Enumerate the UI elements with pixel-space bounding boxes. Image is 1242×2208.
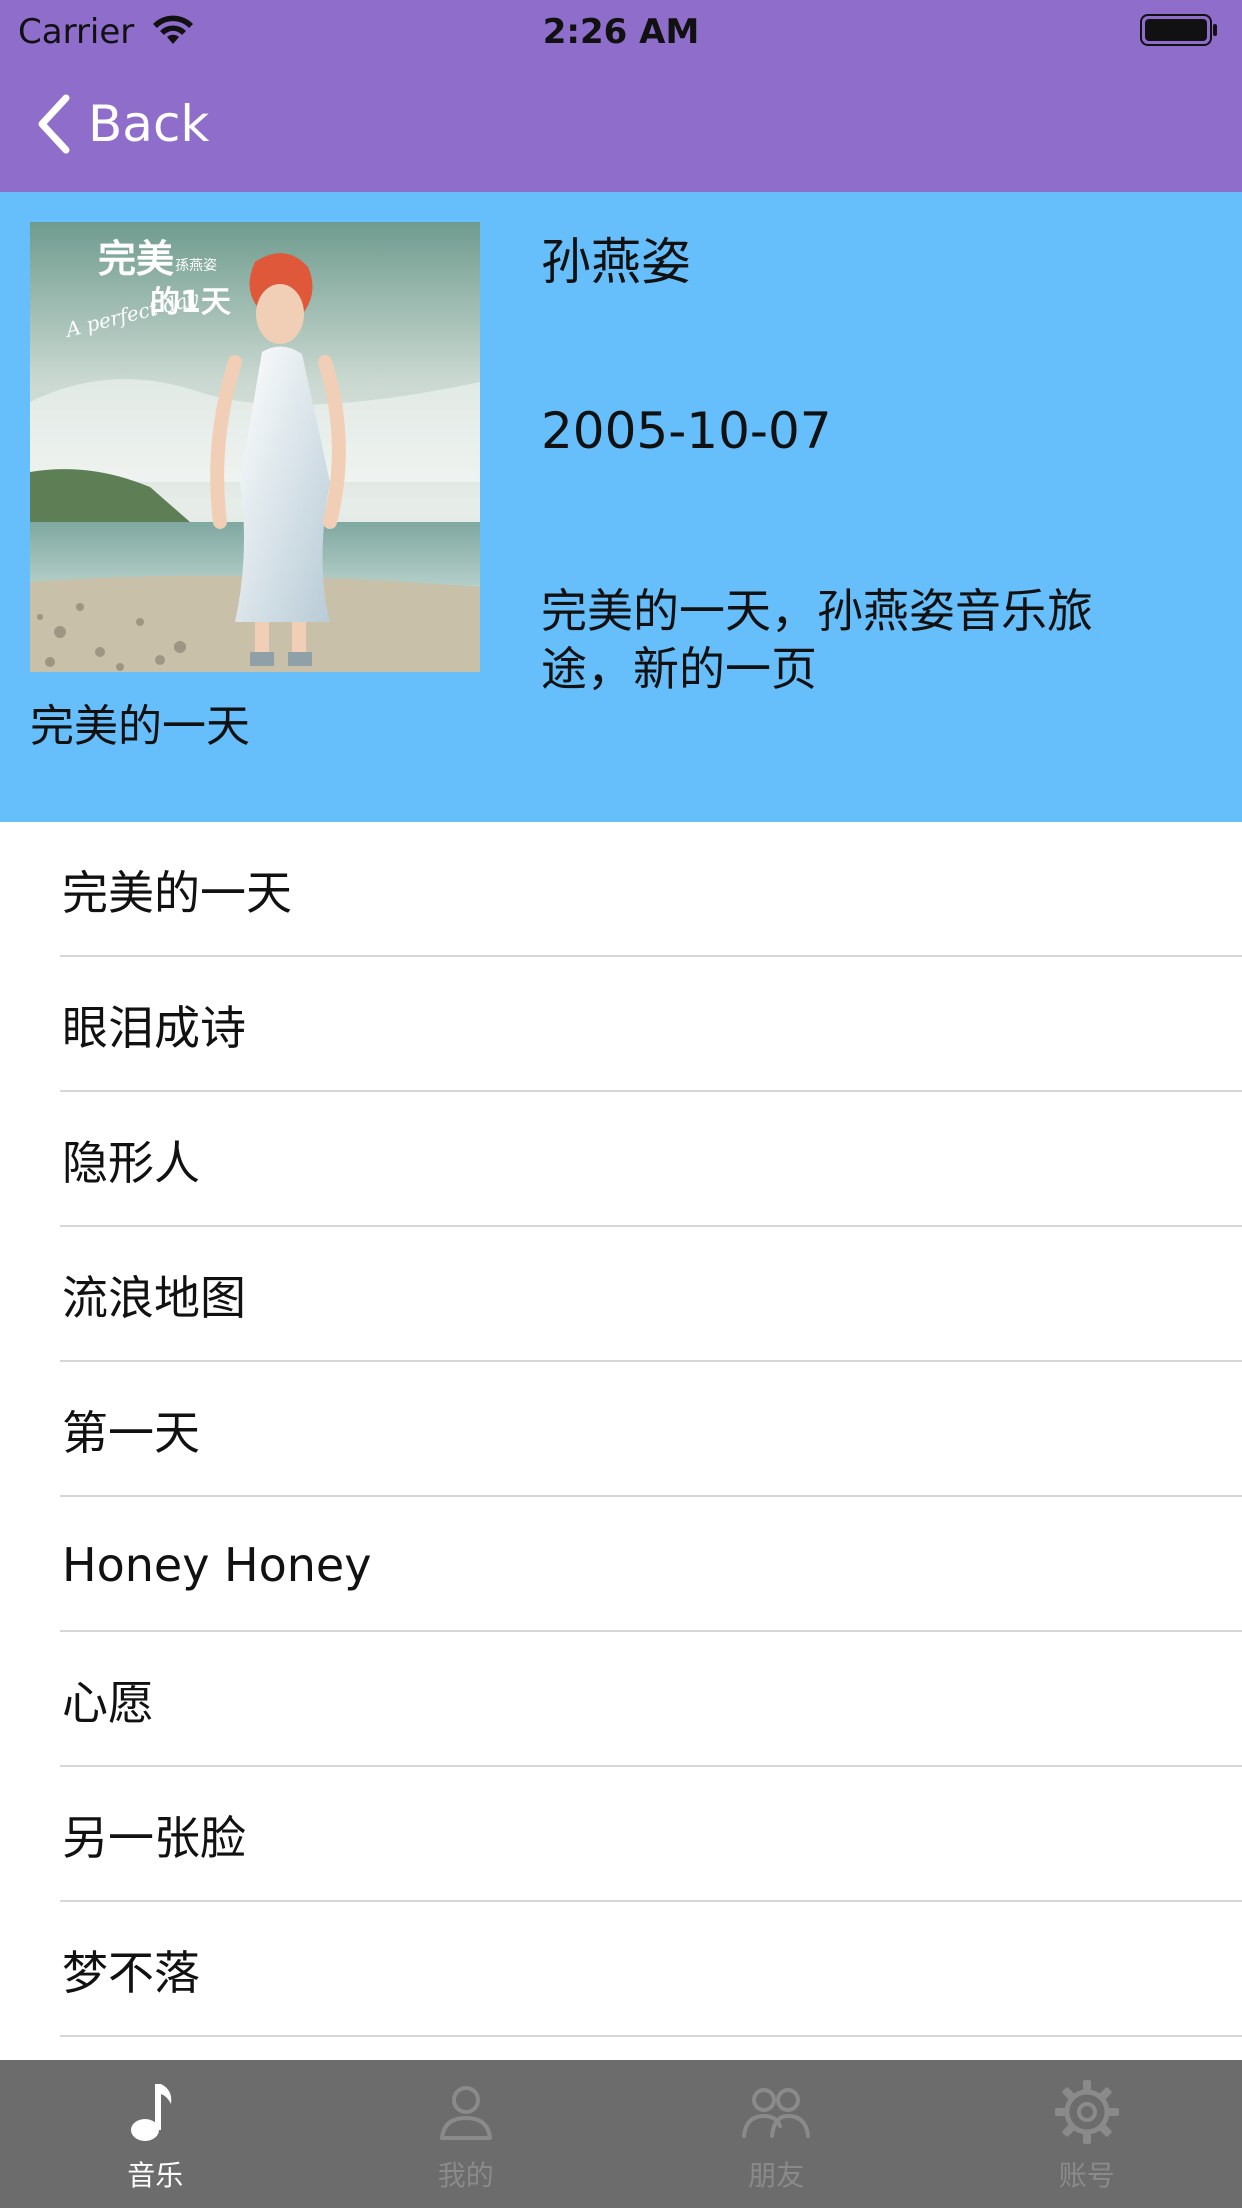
tab-label: 我的 — [437, 2159, 494, 2192]
track-row[interactable]: 完美的一天 — [0, 822, 1242, 957]
album-cover-image: 完美 的1天 孫燕姿 A perfect day — [30, 222, 480, 672]
person-icon — [439, 2086, 492, 2140]
track-row[interactable]: 第一天 — [0, 1362, 1242, 1497]
track-row[interactable]: 流浪地图 — [0, 1227, 1242, 1362]
track-row[interactable]: 心愿 — [0, 1632, 1242, 1767]
battery-icon — [1140, 14, 1217, 46]
people-icon — [742, 2088, 811, 2138]
tab-bar: 音乐 我的 朋友 账号 — [0, 2060, 1242, 2208]
album-description: 完美的一天，孙燕姿音乐旅途，新的一页 — [541, 584, 1093, 696]
svg-text:孫燕姿: 孫燕姿 — [175, 258, 217, 274]
tab-friends[interactable]: 朋友 — [621, 2060, 932, 2208]
track-row[interactable]: 另一张脸 — [0, 1767, 1242, 1902]
navigation-bar: Carrier 2:26 AM Back — [0, 0, 1242, 192]
track-title: 眼泪成诗 — [62, 1000, 246, 1055]
track-row[interactable]: 眼泪成诗 — [0, 957, 1242, 1092]
track-title: 心愿 — [62, 1675, 154, 1730]
svg-text:完美: 完美 — [98, 237, 174, 281]
chevron-left-icon — [38, 94, 70, 154]
tab-label: 账号 — [1058, 2159, 1115, 2192]
release-date: 2005-10-07 — [541, 402, 832, 460]
artist-name: 孙燕姿 — [541, 233, 691, 291]
track-title: 第一天 — [62, 1405, 200, 1460]
track-title: 梦不落 — [62, 1945, 200, 2000]
gear-icon — [1054, 2080, 1119, 2144]
album-title: 完美的一天 — [30, 701, 250, 752]
track-row[interactable]: 梦不落 — [0, 1902, 1242, 2037]
back-label: Back — [88, 95, 210, 153]
back-button[interactable]: Back — [34, 92, 209, 156]
track-row[interactable]: 隐形人 — [0, 1092, 1242, 1227]
track-title: Honey Honey — [62, 1537, 372, 1592]
tab-label: 音乐 — [127, 2159, 184, 2192]
status-bar: Carrier 2:26 AM — [0, 0, 1242, 60]
tab-mine[interactable]: 我的 — [311, 2060, 622, 2208]
album-detail-screen: Carrier 2:26 AM Back 完美 的1天 孫燕姿 A perfec… — [0, 0, 1242, 2208]
track-title: 另一张脸 — [62, 1810, 246, 1865]
status-time: 2:26 AM — [542, 12, 700, 52]
tab-label: 朋友 — [748, 2159, 805, 2192]
music-note-icon — [131, 2084, 172, 2141]
track-title: 完美的一天 — [62, 865, 292, 920]
tab-music[interactable]: 音乐 — [0, 2060, 311, 2208]
track-row[interactable]: Honey Honey — [0, 1497, 1242, 1632]
album-header: 完美 的1天 孫燕姿 A perfect day 完美的一天 孙燕姿 2005-… — [0, 192, 1242, 822]
tab-account[interactable]: 账号 — [932, 2060, 1242, 2208]
track-list: 完美的一天 眼泪成诗 隐形人 流浪地图 第一天 Honey Honey 心愿 另… — [0, 822, 1242, 2037]
track-title: 流浪地图 — [62, 1270, 246, 1325]
track-title: 隐形人 — [62, 1135, 200, 1190]
